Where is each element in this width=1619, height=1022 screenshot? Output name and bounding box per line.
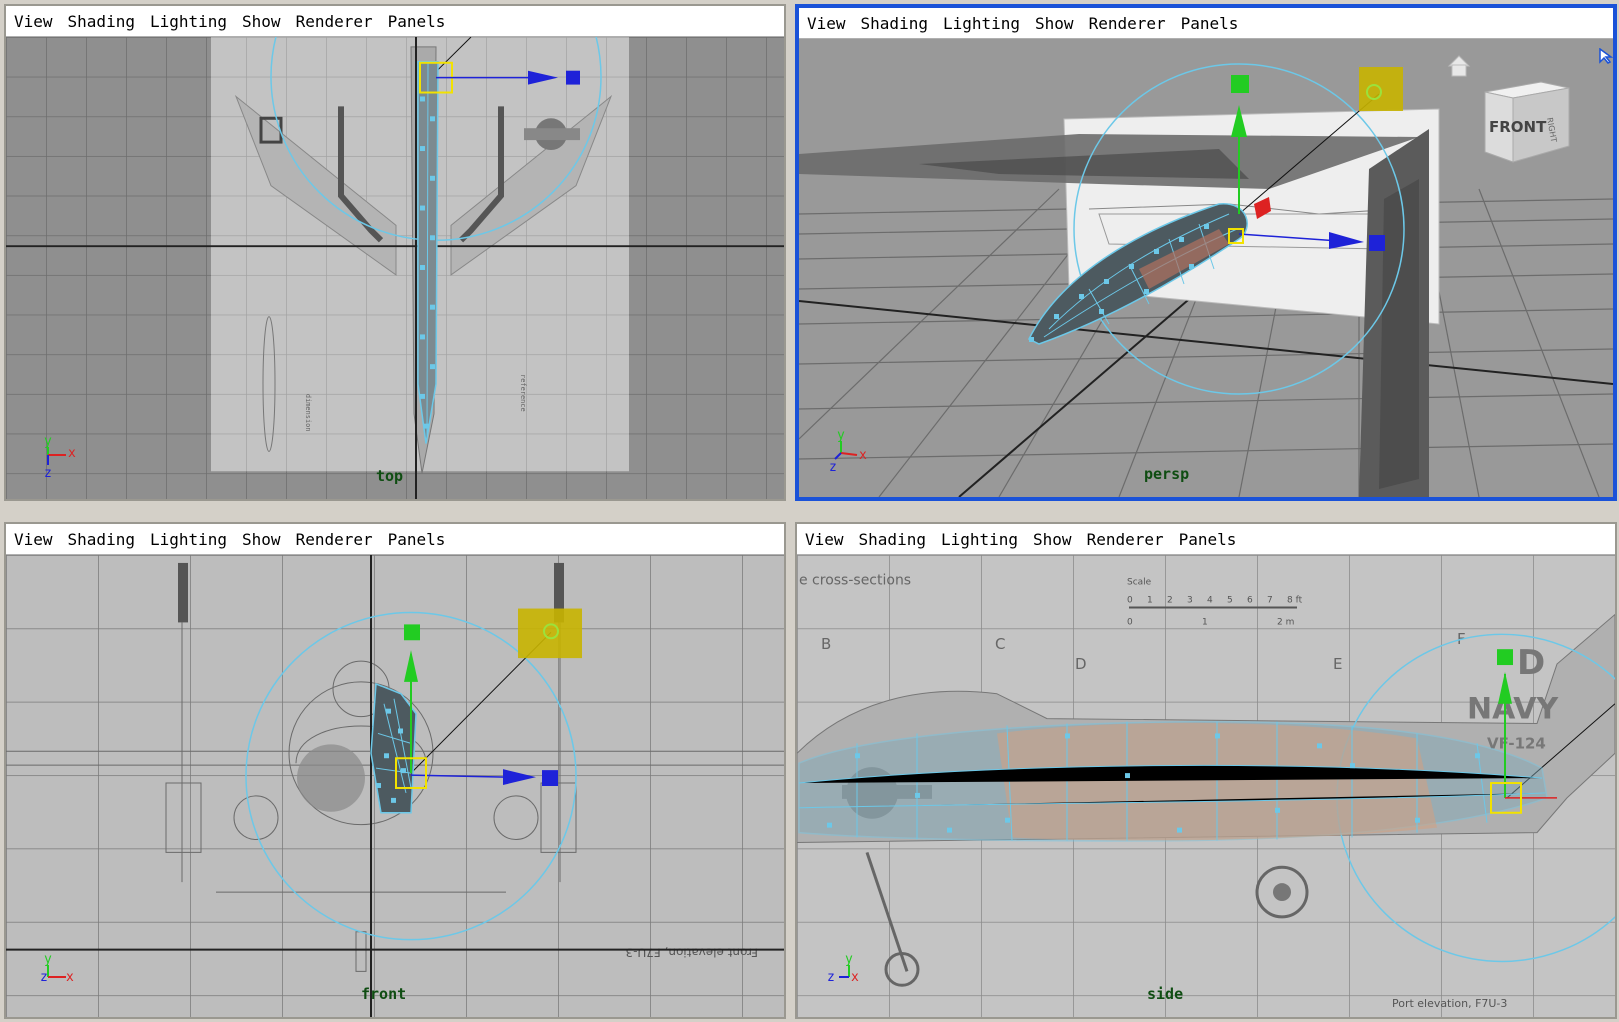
menu-view[interactable]: View bbox=[807, 14, 846, 33]
menu-lighting[interactable]: Lighting bbox=[943, 14, 1020, 33]
svg-text:z: z bbox=[40, 970, 48, 985]
menu-panels[interactable]: Panels bbox=[1179, 530, 1237, 549]
axis-indicator: y x z bbox=[36, 943, 96, 1003]
svg-text:B: B bbox=[821, 635, 831, 653]
svg-text:z: z bbox=[829, 460, 837, 475]
svg-text:C: C bbox=[995, 635, 1005, 653]
svg-text:x: x bbox=[68, 446, 76, 461]
viewport-front[interactable]: View Shading Lighting Show Renderer Pane… bbox=[4, 522, 786, 1019]
menu-lighting[interactable]: Lighting bbox=[150, 530, 227, 549]
svg-text:D: D bbox=[1517, 643, 1545, 682]
menu-lighting[interactable]: Lighting bbox=[941, 530, 1018, 549]
menubar-front: View Shading Lighting Show Renderer Pane… bbox=[6, 524, 784, 555]
svg-text:2 m: 2 m bbox=[1277, 617, 1294, 627]
menu-renderer[interactable]: Renderer bbox=[296, 530, 373, 549]
menu-view[interactable]: View bbox=[805, 530, 844, 549]
menu-show[interactable]: Show bbox=[242, 530, 281, 549]
svg-text:6: 6 bbox=[1247, 596, 1253, 606]
svg-text:1: 1 bbox=[1202, 617, 1208, 627]
menu-renderer[interactable]: Renderer bbox=[1089, 14, 1166, 33]
svg-text:Scale: Scale bbox=[1127, 578, 1152, 588]
fuselage-mesh[interactable] bbox=[417, 61, 439, 444]
svg-text:2: 2 bbox=[1167, 596, 1173, 606]
cursor-icon bbox=[1599, 47, 1613, 64]
axis-indicator: y z x bbox=[827, 943, 887, 1003]
menu-shading[interactable]: Shading bbox=[859, 530, 926, 549]
blueprint-caption: Front elevation, F7U-3 bbox=[625, 946, 758, 960]
svg-text:3: 3 bbox=[1187, 596, 1193, 606]
menu-shading[interactable]: Shading bbox=[68, 12, 135, 31]
svg-text:7: 7 bbox=[1267, 596, 1273, 606]
svg-text:x: x bbox=[859, 448, 867, 463]
svg-text:dimension: dimension bbox=[304, 394, 312, 432]
svg-text:reference: reference bbox=[519, 374, 527, 412]
svg-text:y: y bbox=[845, 952, 853, 967]
menu-panels[interactable]: Panels bbox=[388, 530, 446, 549]
light-handle[interactable] bbox=[518, 608, 582, 659]
svg-text:4: 4 bbox=[1207, 596, 1213, 606]
svg-text:8 ft: 8 ft bbox=[1287, 596, 1303, 606]
menubar-side: View Shading Lighting Show Renderer Pane… bbox=[797, 524, 1615, 555]
svg-text:5: 5 bbox=[1227, 596, 1233, 606]
svg-text:x: x bbox=[851, 970, 859, 985]
menu-view[interactable]: View bbox=[14, 12, 53, 31]
axis-indicator: y x z bbox=[36, 425, 96, 485]
menu-shading[interactable]: Shading bbox=[68, 530, 135, 549]
menubar-top: View Shading Lighting Show Renderer Pane… bbox=[6, 6, 784, 37]
svg-text:E: E bbox=[1333, 655, 1342, 673]
svg-text:0: 0 bbox=[1127, 617, 1133, 627]
home-icon[interactable] bbox=[1445, 53, 1473, 79]
svg-text:NAVY: NAVY bbox=[1467, 692, 1559, 727]
viewport-side[interactable]: View Shading Lighting Show Renderer Pane… bbox=[795, 522, 1617, 1019]
menu-lighting[interactable]: Lighting bbox=[150, 12, 227, 31]
camera-label: persp bbox=[1144, 465, 1190, 483]
svg-text:z: z bbox=[44, 466, 52, 481]
menu-show[interactable]: Show bbox=[1035, 14, 1074, 33]
menu-show[interactable]: Show bbox=[242, 12, 281, 31]
camera-label: side bbox=[1147, 985, 1184, 1003]
viewcube-face-label: FRONT bbox=[1489, 118, 1547, 136]
svg-text:e cross-sections: e cross-sections bbox=[799, 573, 911, 589]
svg-text:y: y bbox=[44, 952, 52, 967]
viewport-canvas-front[interactable]: Front elevation, F7U-3 bbox=[6, 555, 784, 1017]
viewport-canvas-top[interactable]: dimension reference bbox=[6, 37, 784, 499]
menu-renderer[interactable]: Renderer bbox=[1087, 530, 1164, 549]
viewcube[interactable]: FRONT RIGHT bbox=[1481, 78, 1573, 164]
svg-text:1: 1 bbox=[1147, 596, 1153, 606]
svg-text:z: z bbox=[827, 970, 835, 985]
viewport-persp[interactable]: View Shading Lighting Show Renderer Pane… bbox=[795, 4, 1617, 501]
menu-panels[interactable]: Panels bbox=[1181, 14, 1239, 33]
menu-panels[interactable]: Panels bbox=[388, 12, 446, 31]
svg-text:x: x bbox=[66, 970, 74, 985]
camera-label: front bbox=[361, 985, 407, 1003]
menu-view[interactable]: View bbox=[14, 530, 53, 549]
svg-text:0: 0 bbox=[1127, 596, 1133, 606]
viewport-top[interactable]: View Shading Lighting Show Renderer Pane… bbox=[4, 4, 786, 501]
svg-text:Port elevation, F7U-3: Port elevation, F7U-3 bbox=[1392, 997, 1507, 1010]
svg-text:y: y bbox=[837, 428, 845, 443]
camera-label: top bbox=[376, 467, 404, 485]
menu-shading[interactable]: Shading bbox=[861, 14, 928, 33]
svg-text:y: y bbox=[44, 434, 52, 449]
menubar-persp: View Shading Lighting Show Renderer Pane… bbox=[799, 8, 1613, 39]
viewport-canvas-side[interactable]: e cross-sections Scale 0 1 2 3 4 5 6 7 8… bbox=[797, 555, 1615, 1017]
menu-show[interactable]: Show bbox=[1033, 530, 1072, 549]
axis-indicator: y x z bbox=[829, 423, 889, 483]
fuselage-mesh[interactable] bbox=[798, 720, 1548, 842]
svg-text:D: D bbox=[1075, 655, 1087, 673]
menu-renderer[interactable]: Renderer bbox=[296, 12, 373, 31]
